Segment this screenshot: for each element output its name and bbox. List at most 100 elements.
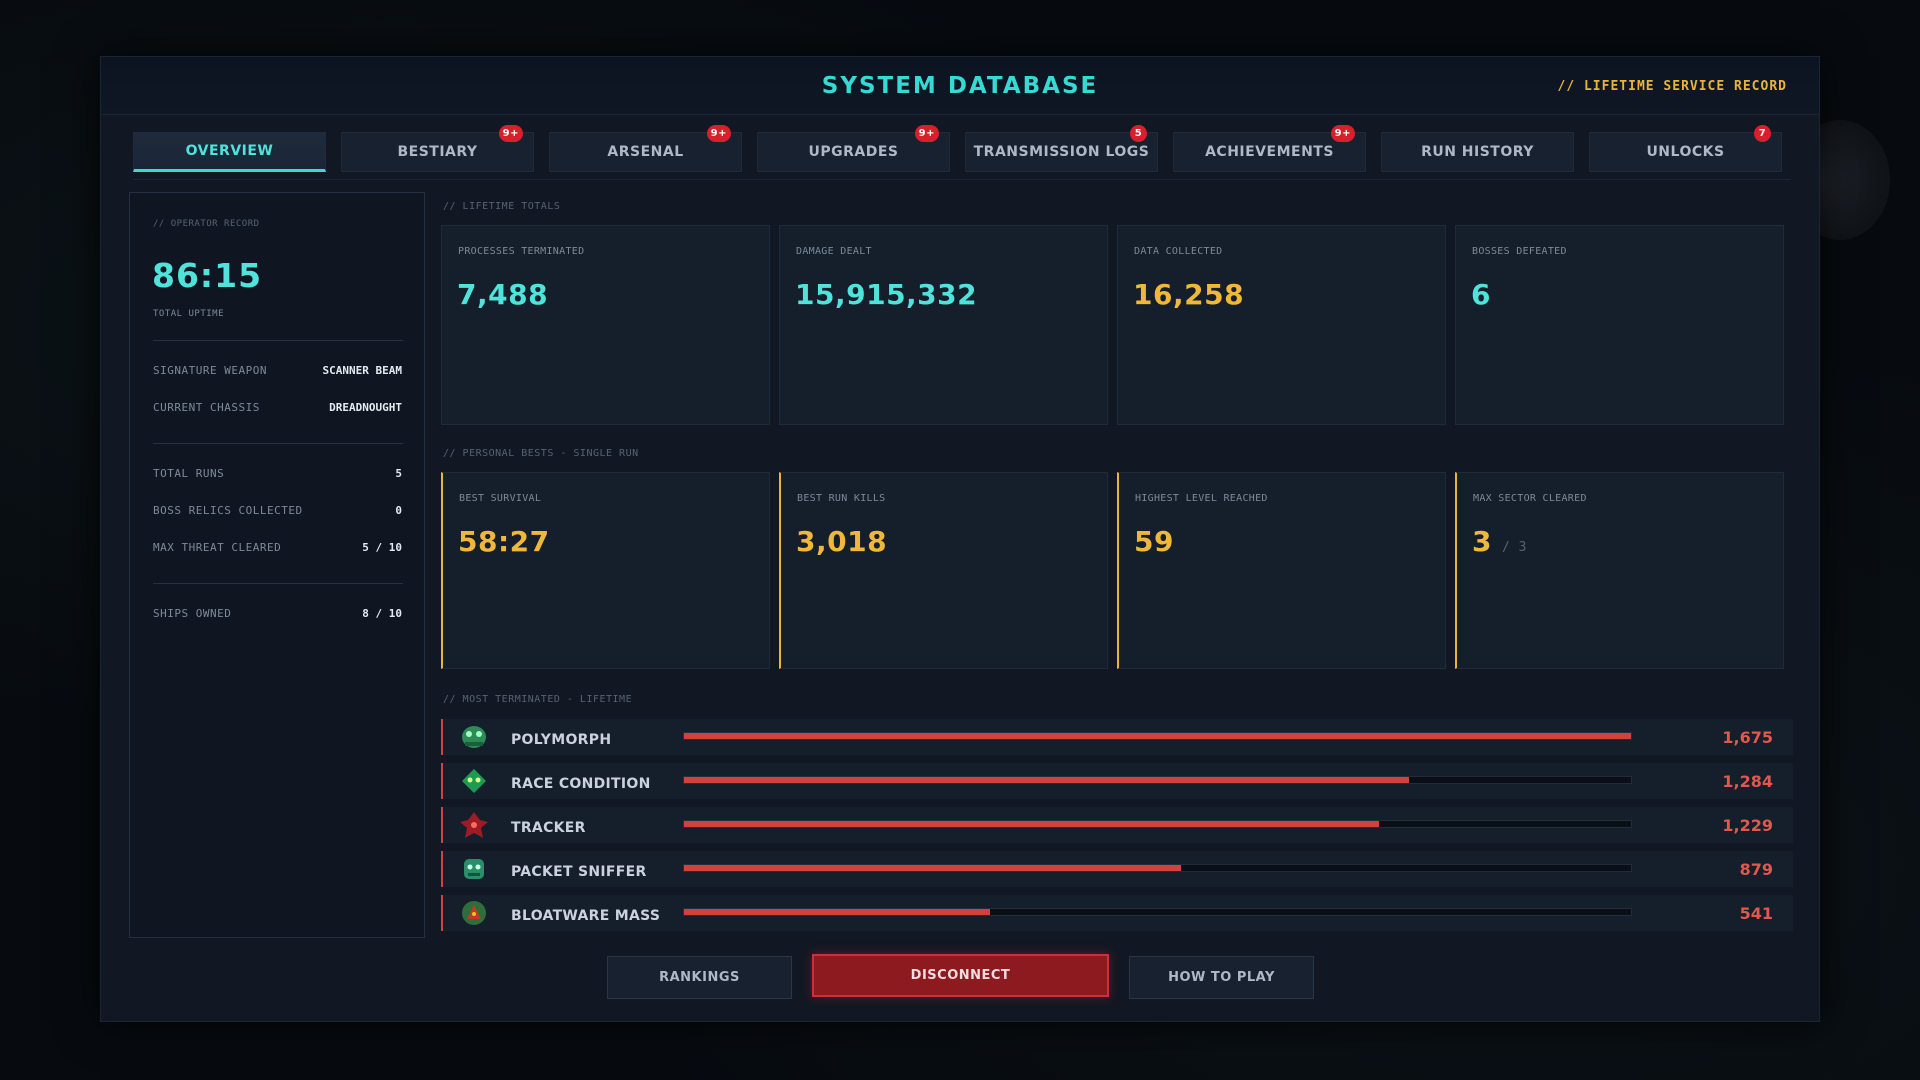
stat-value: 8 / 10 <box>362 607 402 620</box>
enemy-name: RACE CONDITION <box>511 776 651 792</box>
kill-bar-fill <box>684 909 990 915</box>
stat-value: SCANNER BEAM <box>322 364 402 377</box>
stat-card: DAMAGE DEALT 15,915,332 <box>779 225 1108 425</box>
stat-label: SHIPS OWNED <box>153 607 232 620</box>
kill-bar-fill <box>684 821 1380 827</box>
card-label: MAX SECTOR CLEARED <box>1473 493 1587 504</box>
stat-value: 5 <box>395 467 402 480</box>
stat-card: DATA COLLECTED 16,258 <box>1117 225 1446 425</box>
tab-overview[interactable]: OVERVIEW <box>133 132 326 172</box>
notification-badge: 9+ <box>706 125 731 142</box>
section-label: // LIFETIME TOTALS <box>443 201 561 212</box>
best-card: MAX SECTOR CLEARED 3 / 3 <box>1455 472 1784 669</box>
database-panel: SYSTEM DATABASE // LIFETIME SERVICE RECO… <box>100 56 1820 1022</box>
tab-label: OVERVIEW <box>185 143 274 159</box>
total-uptime-label: TOTAL UPTIME <box>153 309 225 319</box>
tab-label: TRANSMISSION LOGS <box>973 144 1150 160</box>
tab-label: BESTIARY <box>397 144 478 160</box>
tab-bestiary[interactable]: BESTIARY 9+ <box>341 125 534 172</box>
tab-label: UPGRADES <box>808 144 899 160</box>
card-value: 58:27 <box>458 525 550 558</box>
stat-label: BOSS RELICS COLLECTED <box>153 504 303 517</box>
card-label: BOSSES DEFEATED <box>1472 246 1567 257</box>
tab-achievements[interactable]: ACHIEVEMENTS 9+ <box>1173 125 1366 172</box>
kill-bar <box>683 864 1632 872</box>
best-card: BEST SURVIVAL 58:27 <box>441 472 770 669</box>
rankings-button[interactable]: RANKINGS <box>607 956 792 999</box>
tab-run-history[interactable]: RUN HISTORY <box>1381 132 1574 172</box>
notification-badge: 9+ <box>1330 125 1355 142</box>
card-value-max: / 3 <box>1501 540 1527 555</box>
best-card: BEST RUN KILLS 3,018 <box>779 472 1108 669</box>
tab-upgrades[interactable]: UPGRADES 9+ <box>757 125 950 172</box>
notification-badge: 7 <box>1754 125 1771 142</box>
header: SYSTEM DATABASE // LIFETIME SERVICE RECO… <box>101 57 1819 115</box>
kill-bar-fill <box>684 865 1182 871</box>
stat-label: TOTAL RUNS <box>153 467 225 480</box>
tracker-icon <box>460 812 488 838</box>
divider <box>153 443 403 444</box>
notification-badge: 5 <box>1130 125 1147 142</box>
tab-label: UNLOCKS <box>1646 144 1725 160</box>
card-value: 15,915,332 <box>795 278 978 311</box>
card-value: 3,018 <box>796 525 888 558</box>
stat-card: PROCESSES TERMINATED 7,488 <box>441 225 770 425</box>
kill-count: 1,229 <box>1722 816 1773 835</box>
tab-divider <box>133 179 1791 180</box>
stat-label: CURRENT CHASSIS <box>153 401 260 414</box>
kill-row: RACE CONDITION 1,284 <box>441 763 1793 799</box>
stat-value: 0 <box>395 504 402 517</box>
tab-label: ARSENAL <box>607 144 684 160</box>
kill-bar <box>683 820 1632 828</box>
kill-row: BLOATWARE MASS 541 <box>441 895 1793 931</box>
card-label: BEST RUN KILLS <box>797 493 886 504</box>
card-value-main: 3 <box>1472 525 1492 558</box>
page-subtitle: // LIFETIME SERVICE RECORD <box>1557 79 1787 94</box>
bloatware-mass-icon <box>462 901 486 925</box>
kill-row: POLYMORPH 1,675 <box>441 719 1793 755</box>
tab-label: ACHIEVEMENTS <box>1205 144 1334 160</box>
card-value: 59 <box>1134 525 1174 558</box>
section-label: // OPERATOR RECORD <box>153 219 260 229</box>
kill-count: 541 <box>1739 904 1773 923</box>
card-label: PROCESSES TERMINATED <box>458 246 585 257</box>
stat-label: SIGNATURE WEAPON <box>153 364 267 377</box>
stat-label: MAX THREAT CLEARED <box>153 541 282 554</box>
card-value: 7,488 <box>457 278 549 311</box>
race-condition-icon <box>462 769 486 793</box>
kill-count: 1,675 <box>1722 728 1773 747</box>
divider <box>153 583 403 584</box>
enemy-name: POLYMORPH <box>511 732 612 748</box>
enemy-name: TRACKER <box>511 820 586 836</box>
kill-bar <box>683 776 1632 784</box>
operator-record-panel: // OPERATOR RECORD 86:15 TOTAL UPTIME SI… <box>129 192 425 938</box>
enemy-name: PACKET SNIFFER <box>511 864 647 880</box>
notification-badge: 9+ <box>498 125 523 142</box>
total-uptime-value: 86:15 <box>152 256 263 295</box>
card-label: DATA COLLECTED <box>1134 246 1223 257</box>
polymorph-icon <box>462 726 486 748</box>
card-label: DAMAGE DEALT <box>796 246 872 257</box>
enemy-name: BLOATWARE MASS <box>511 908 661 924</box>
divider <box>153 340 403 341</box>
tab-transmission-logs[interactable]: TRANSMISSION LOGS 5 <box>965 125 1158 172</box>
tab-arsenal[interactable]: ARSENAL 9+ <box>549 125 742 172</box>
section-label: // PERSONAL BESTS - SINGLE RUN <box>443 448 639 459</box>
how-to-play-button[interactable]: HOW TO PLAY <box>1129 956 1314 999</box>
tab-unlocks[interactable]: UNLOCKS 7 <box>1589 125 1782 172</box>
kill-count: 1,284 <box>1722 772 1773 791</box>
kill-count: 879 <box>1739 860 1773 879</box>
kill-bar-fill <box>684 733 1631 739</box>
disconnect-button[interactable]: DISCONNECT <box>812 954 1109 997</box>
card-value: 3 / 3 <box>1472 525 1527 558</box>
card-value: 16,258 <box>1133 278 1245 311</box>
packet-sniffer-icon <box>464 859 484 879</box>
section-label: // MOST TERMINATED - LIFETIME <box>443 694 633 705</box>
stat-value: 5 / 10 <box>362 541 402 554</box>
card-label: BEST SURVIVAL <box>459 493 542 504</box>
tab-label: RUN HISTORY <box>1421 144 1534 160</box>
card-label: HIGHEST LEVEL REACHED <box>1135 493 1268 504</box>
stat-value: DREADNOUGHT <box>329 401 402 414</box>
kill-row: PACKET SNIFFER 879 <box>441 851 1793 887</box>
card-value: 6 <box>1471 278 1491 311</box>
